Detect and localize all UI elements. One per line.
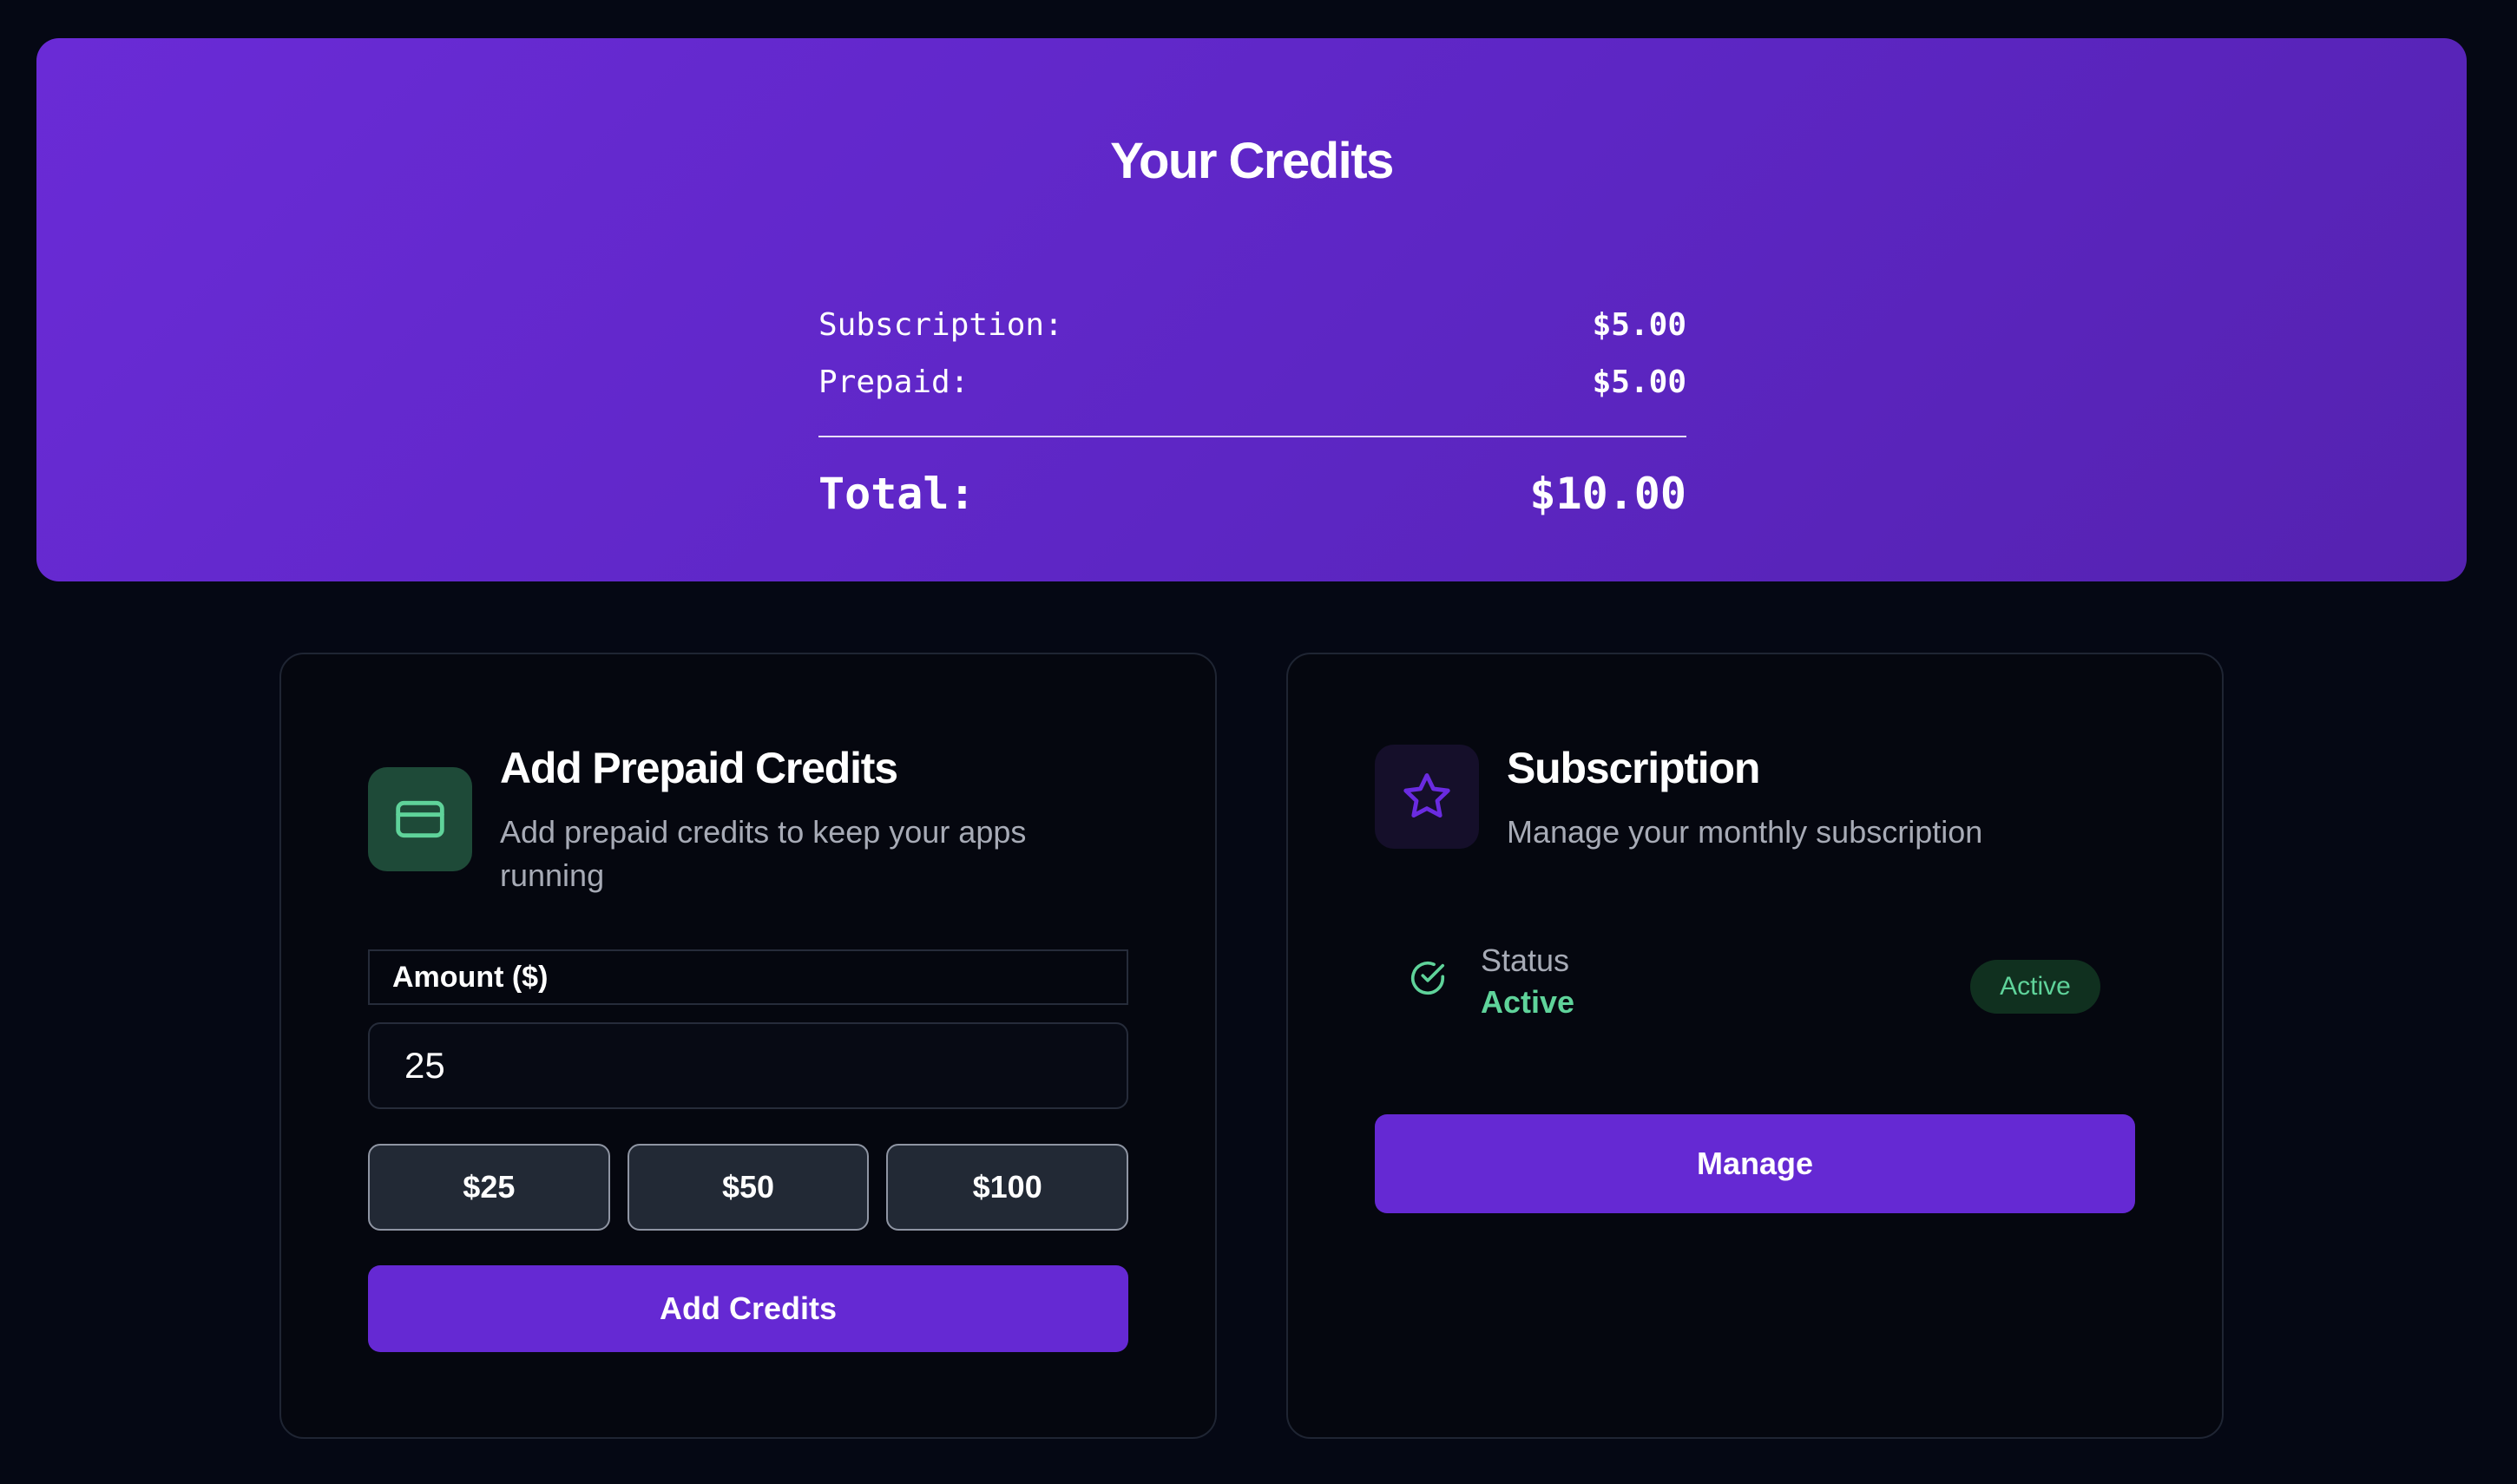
preset-25-button[interactable]: $25 xyxy=(368,1144,610,1231)
total-credits-label: Total: xyxy=(818,469,976,519)
star-icon xyxy=(1375,745,1479,849)
amount-presets: $25 $50 $100 xyxy=(368,1144,1129,1231)
manage-subscription-button[interactable]: Manage xyxy=(1375,1114,2135,1213)
add-credits-button[interactable]: Add Credits xyxy=(368,1265,1128,1352)
credits-breakdown: Subscription: $5.00 Prepaid: $5.00 Total… xyxy=(818,299,1686,524)
card-description: Manage your monthly subscription xyxy=(1507,814,1983,850)
card-title: Add Prepaid Credits xyxy=(500,744,898,792)
amount-input[interactable] xyxy=(368,1022,1128,1109)
page-title: Your Credits xyxy=(1110,133,1394,189)
subscription-credits-value: $5.00 xyxy=(1592,306,1686,343)
prepaid-credits-value: $5.00 xyxy=(1592,364,1686,400)
card-description: Add prepaid credits to keep your apps ru… xyxy=(500,814,1027,893)
preset-50-button[interactable]: $50 xyxy=(627,1144,870,1231)
amount-field-label: Amount ($) xyxy=(368,949,1128,1005)
preset-100-button[interactable]: $100 xyxy=(886,1144,1129,1231)
status-badge: Active xyxy=(1970,960,2100,1014)
prepaid-credits-label: Prepaid: xyxy=(818,364,969,400)
total-credits-value: $10.00 xyxy=(1529,469,1686,519)
credits-summary-banner: Your Credits Subscription: $5.00 Prepaid… xyxy=(36,38,2467,581)
subscription-credits-label: Subscription: xyxy=(818,306,1063,343)
status-value: Active xyxy=(1481,984,1575,1020)
subscription-credits-row: Subscription: $5.00 xyxy=(818,299,1686,351)
breakdown-divider xyxy=(818,436,1686,437)
add-prepaid-credits-card: Add Prepaid Credits Add prepaid credits … xyxy=(279,653,1217,1439)
status-label: Status xyxy=(1481,942,1570,978)
prepaid-credits-row: Prepaid: $5.00 xyxy=(818,351,1686,413)
check-circle-icon xyxy=(1410,961,1445,995)
credit-card-icon xyxy=(368,767,472,871)
total-credits-row: Total: $10.00 xyxy=(818,463,1686,524)
subscription-card: Subscription Manage your monthly subscri… xyxy=(1286,653,2224,1439)
card-title: Subscription xyxy=(1507,744,1760,792)
